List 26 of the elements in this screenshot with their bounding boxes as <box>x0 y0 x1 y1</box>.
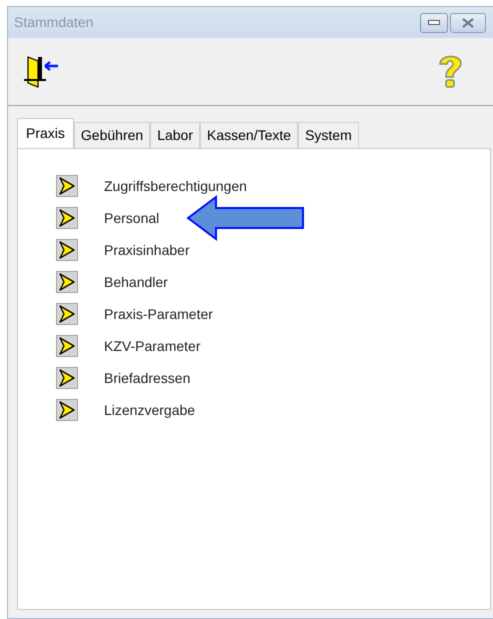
menu-item[interactable]: Praxisinhaber <box>104 240 190 260</box>
minimize-button[interactable] <box>420 12 448 32</box>
window-title: Stammdaten <box>14 13 94 32</box>
chevron-icon[interactable] <box>56 239 78 261</box>
chevron-icon[interactable] <box>56 175 78 197</box>
chevron-icon[interactable] <box>56 303 78 325</box>
tab[interactable]: Labor <box>150 122 200 148</box>
menu-item[interactable]: Praxis-Parameter <box>104 304 213 324</box>
menu-item[interactable]: Lizenzvergabe <box>104 400 196 420</box>
tab[interactable]: System <box>298 122 359 148</box>
menu-item[interactable]: Behandler <box>104 272 168 292</box>
chevron-icon[interactable] <box>56 207 78 229</box>
close-button[interactable] <box>450 12 486 32</box>
tab[interactable]: Gebühren <box>74 122 150 148</box>
close-icon <box>462 18 474 28</box>
chevron-icon[interactable] <box>56 271 78 293</box>
menu-item[interactable]: Zugriffsberechtigungen <box>104 176 247 196</box>
chevron-icon[interactable] <box>56 335 78 357</box>
tab[interactable]: Kassen/Texte <box>200 122 298 148</box>
chevron-icon[interactable] <box>56 399 78 421</box>
chevron-icon[interactable] <box>56 367 78 389</box>
minimize-icon <box>428 20 440 25</box>
tab[interactable]: Praxis <box>17 118 74 148</box>
menu-item[interactable]: Personal <box>104 208 160 228</box>
menu-item[interactable]: Briefadressen <box>104 368 190 388</box>
menu-item[interactable]: KZV-Parameter <box>104 336 200 356</box>
